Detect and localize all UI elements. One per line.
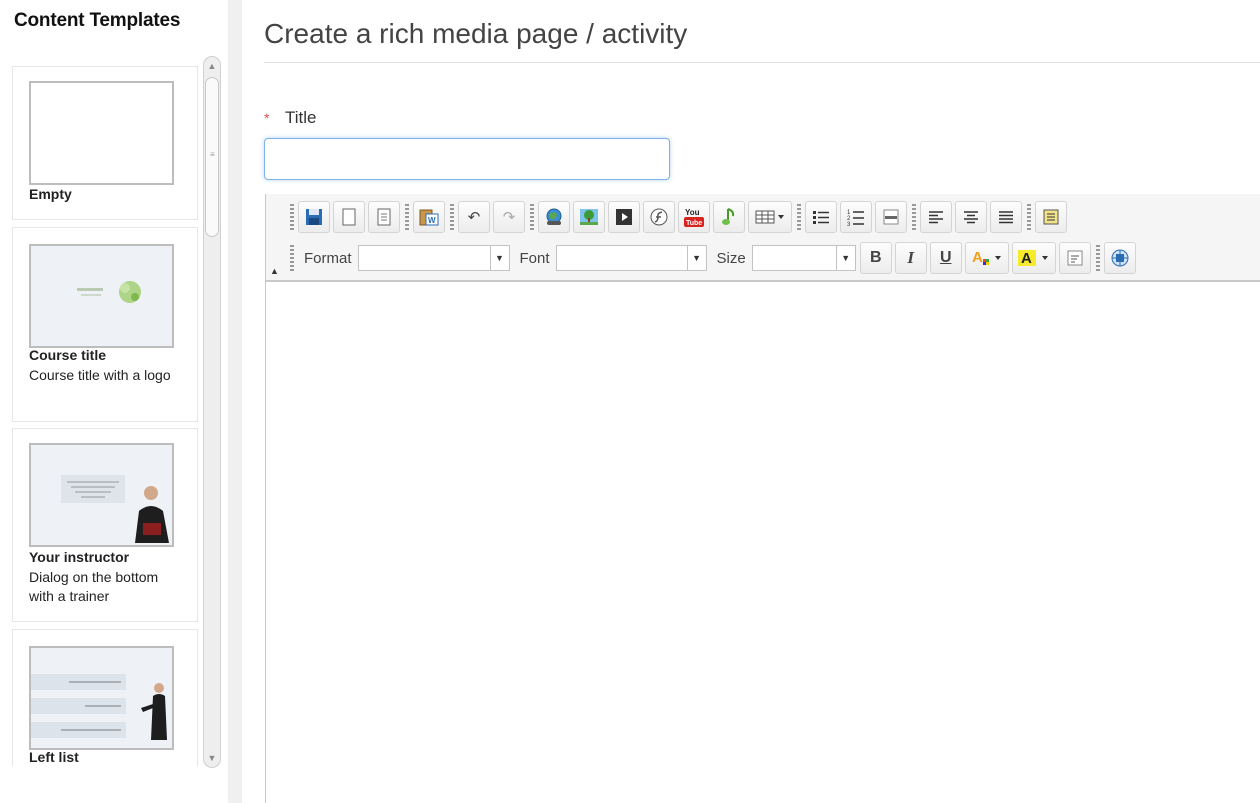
title-divider [264,62,1260,63]
scrollbar-thumb[interactable]: ≡ [205,77,219,237]
title-input[interactable] [264,138,670,180]
template-list-scrollbar[interactable]: ▲ ≡ ▼ [203,56,221,768]
svg-text:3: 3 [847,222,851,226]
svg-text:A: A [1021,250,1032,267]
redo-icon[interactable]: ↷ [493,201,525,233]
text-color-icon: A [972,249,1001,266]
toolbar-grip [912,204,916,230]
maximize-icon[interactable] [1103,242,1136,274]
sidebar-divider [228,0,242,803]
undo-icon[interactable]: ↶ [458,201,490,233]
editor-content-area[interactable] [266,282,1260,803]
template-list: Empty Course title Course title with a l… [12,66,198,766]
insert-image-icon[interactable] [573,201,605,233]
grip-icon: ≡ [210,150,215,159]
collapse-toolbar-icon[interactable]: ▲ [270,266,279,276]
insert-video-icon[interactable] [608,201,640,233]
bold-button[interactable]: B [859,242,892,274]
template-thumbnail [29,81,174,185]
numbered-list-icon[interactable]: 123 [840,201,872,233]
scroll-down-arrow-icon[interactable]: ▼ [204,749,220,767]
templates-sidebar: Content Templates Empty Course title Cou… [0,0,228,803]
underline-button[interactable]: U [929,242,962,274]
toolbar-grip [1095,245,1100,271]
highlight-color-icon: A [1017,250,1048,267]
template-card-empty[interactable]: Empty [12,66,198,220]
size-label: Size [716,249,746,267]
template-card-course-title[interactable]: Course title Course title with a logo [12,227,198,422]
left-list-thumbnail-icon [31,648,172,748]
toolbar-grip [1027,204,1031,230]
template-description: Dialog on the bottom with a trainer [29,569,159,604]
template-thumbnail [29,443,174,547]
toolbar-grip [290,245,294,271]
save-icon[interactable] [298,201,330,233]
paste-from-word-icon[interactable]: W [413,201,445,233]
template-name: Left list [29,749,79,765]
toolbar-grip [405,204,409,230]
format-label: Format [304,249,352,267]
instructor-thumbnail-icon [31,445,172,545]
size-select[interactable]: ▼ [751,245,856,271]
background-color-button[interactable]: A [1011,242,1056,274]
bulleted-list-icon[interactable] [805,201,837,233]
chevron-down-icon[interactable]: ▼ [686,246,706,270]
toolbar-grip [290,204,294,230]
toolbar-grip [530,204,534,230]
toolbar-grip [797,204,801,230]
template-card-your-instructor[interactable]: Your instructor Dialog on the bottom wit… [12,428,198,622]
insert-table-icon[interactable] [748,201,792,233]
remove-format-icon[interactable] [1058,242,1091,274]
page-title: Create a rich media page / activity [264,18,688,49]
toolbar-row-1: W ↶ ↷ You Tube 1 2 3 [288,200,1070,234]
insert-flash-icon[interactable] [643,201,675,233]
course-logo-thumbnail-icon [31,246,172,346]
template-name: Empty [29,186,72,202]
insert-link-icon[interactable] [538,201,570,233]
scroll-up-arrow-icon[interactable]: ▲ [204,57,220,75]
editor-toolbar: W ↶ ↷ You Tube 1 2 3 Format ▼ Font ▼ Siz… [266,194,1260,282]
font-select[interactable]: ▼ [555,245,707,271]
format-select[interactable]: ▼ [357,245,510,271]
align-left-icon[interactable] [920,201,952,233]
svg-text:W: W [428,216,436,225]
insert-youtube-icon[interactable]: You Tube [678,201,710,233]
svg-text:Tube: Tube [686,220,702,227]
template-name: Course title [29,347,107,363]
new-page-icon[interactable] [333,201,365,233]
template-name: Your instructor [29,549,130,565]
templates-icon[interactable] [368,201,400,233]
required-marker: * [264,110,270,126]
text-color-button[interactable]: A [964,242,1009,274]
toolbar-grip [450,204,454,230]
svg-text:You: You [685,208,700,217]
title-label: Title [285,108,317,127]
italic-button[interactable]: I [894,242,927,274]
rich-text-editor: W ↶ ↷ You Tube 1 2 3 Format ▼ Font ▼ Siz… [265,194,1260,803]
template-thumbnail [29,646,174,750]
template-description: Course title with a logo [29,367,171,383]
source-icon[interactable] [1035,201,1067,233]
svg-text:A: A [972,249,983,266]
template-card-left-list[interactable]: Left list [12,629,198,766]
template-thumbnail [29,244,174,348]
insert-audio-icon[interactable] [713,201,745,233]
align-center-icon[interactable] [955,201,987,233]
sidebar-heading: Content Templates [14,10,181,31]
font-label: Font [519,249,550,267]
chevron-down-icon[interactable]: ▼ [835,246,855,270]
chevron-down-icon[interactable]: ▼ [489,246,509,270]
justify-icon[interactable] [990,201,1022,233]
toolbar-row-2: Format ▼ Font ▼ Size ▼ B I U A A [288,241,1139,275]
horizontal-rule-icon[interactable] [875,201,907,233]
